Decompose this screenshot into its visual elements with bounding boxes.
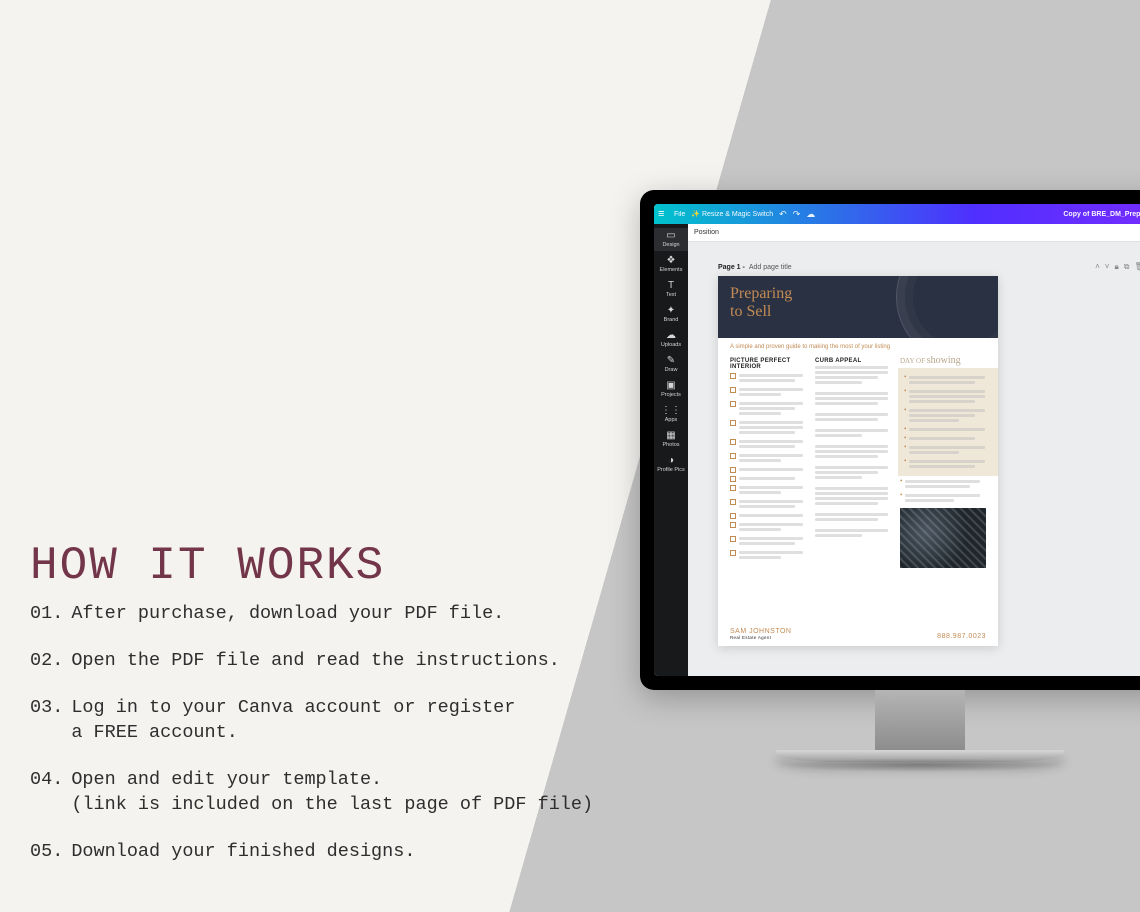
monitor-screen: File ✨ Resize & Magic Switch ↶ ↷ ☁ Copy … (640, 190, 1140, 690)
step-item: 01. After purchase, download your PDF fi… (30, 602, 593, 627)
sidebar-item-text[interactable]: TText (654, 278, 688, 301)
doc-marble-image (900, 508, 986, 568)
document-title[interactable]: Copy of BRE_DM_Prepare-to-Sell-C (1063, 211, 1140, 218)
col3-tan-band (898, 368, 998, 476)
doc-col-2: CURB APPEAL (815, 355, 894, 568)
sidebar-item-label: Draw (665, 367, 678, 373)
step-item: 02. Open the PDF file and read the instr… (30, 649, 593, 674)
position-label: Position (694, 229, 719, 236)
doc-col-3: DAY OF showing (900, 355, 986, 568)
redo-icon[interactable]: ↷ (793, 209, 801, 220)
sidebar-item-label: Photos (662, 442, 679, 448)
menu-resize[interactable]: ✨ Resize & Magic Switch (691, 210, 773, 218)
section-heading: HOW IT WORKS (30, 540, 593, 592)
agent-block: SAM JOHNSTON Real Estate Agent (730, 628, 792, 640)
hero-title-line1: Preparing (730, 285, 792, 302)
sidebar-item-draw[interactable]: ✎Draw (654, 353, 688, 376)
agent-phone: 888.987.0023 (937, 633, 986, 640)
sidebar-item-label: Design (662, 242, 679, 248)
step-text: Open and edit your template. (link is in… (71, 768, 593, 818)
cloud-sync-icon[interactable]: ☁ (806, 209, 815, 220)
sidebar-item-label: Projects (661, 392, 681, 398)
duplicate-icon[interactable]: ⧉ (1124, 262, 1130, 272)
sidebar-item-label: Apps (665, 417, 678, 423)
step-number: 01. (30, 602, 63, 627)
step-text: Open the PDF file and read the instructi… (71, 649, 559, 674)
apps-icon: ⋮⋮ (654, 406, 688, 416)
sidebar-item-label: Profile Pics (657, 467, 685, 473)
menu-file[interactable]: File (674, 211, 685, 218)
text-icon: T (654, 281, 688, 291)
hamburger-icon[interactable] (658, 208, 668, 220)
sidebar-item-photos[interactable]: ▦Photos (654, 428, 688, 451)
sidebar-item-brand[interactable]: ✦Brand (654, 303, 688, 326)
sidebar-item-elements[interactable]: ❖Elements (654, 253, 688, 276)
sidebar-item-uploads[interactable]: ☁Uploads (654, 328, 688, 351)
elements-icon: ❖ (654, 256, 688, 266)
sidebar-item-projects[interactable]: ▣Projects (654, 378, 688, 401)
sidebar-item-apps[interactable]: ⋮⋮Apps (654, 403, 688, 426)
page-number-label: Page 1 - (718, 264, 745, 271)
profile-pics-icon: ◑ (654, 456, 688, 466)
agent-name: SAM JOHNSTON (730, 628, 792, 635)
page-toolbar-icons: ˄ ˅ 🔒︎ ⧉ 🗑︎ ⤢ (1095, 262, 1140, 272)
step-item: 05. Download your finished designs. (30, 840, 593, 865)
menu-resize-label: Resize & Magic Switch (702, 211, 773, 218)
lock-icon[interactable]: 🔒︎ (1114, 262, 1118, 272)
sidebar-item-profile-pics[interactable]: ◑Profile Pics (654, 453, 688, 476)
page-title-hint[interactable]: Add page title (749, 264, 792, 271)
position-toolbar[interactable]: Position (688, 224, 1140, 242)
step-text: After purchase, download your PDF file. (71, 602, 504, 627)
design-icon: ▭ (654, 231, 688, 241)
brand-icon: ✦ (654, 306, 688, 316)
canva-main: Position Page 1 - Add page title ˄ ˅ 🔒︎ … (688, 224, 1140, 676)
hero-title-line2: to Sell (730, 303, 771, 320)
canva-topbar: File ✨ Resize & Magic Switch ↶ ↷ ☁ Copy … (654, 204, 1140, 224)
page-label-row: Page 1 - Add page title ˄ ˅ 🔒︎ ⧉ 🗑︎ ⤢ (718, 262, 1140, 272)
step-number: 04. (30, 768, 63, 818)
doc-columns: PICTURE PERFECT INTERIOR (718, 353, 998, 574)
step-number: 02. (30, 649, 63, 674)
step-number: 03. (30, 696, 63, 746)
doc-hero: Preparing to Sell (718, 276, 998, 338)
step-text: Log in to your Canva account or register… (71, 696, 515, 746)
sidebar-item-label: Text (666, 292, 676, 298)
canva-body: ▭Design ❖Elements TText ✦Brand ☁Uploads … (654, 224, 1140, 676)
trash-icon[interactable]: 🗑︎ (1134, 262, 1140, 272)
chevron-up-icon[interactable]: ˄ (1095, 262, 1100, 272)
sidebar-item-label: Uploads (661, 342, 681, 348)
template-page[interactable]: Preparing to Sell A simple and proven gu… (718, 276, 998, 646)
doc-col-1: PICTURE PERFECT INTERIOR (730, 355, 809, 568)
doc-subtitle: A simple and proven guide to making the … (718, 338, 998, 353)
col3-heading-text: DAY OF (900, 357, 927, 365)
monitor-stand-neck (875, 690, 965, 750)
sidebar-item-design[interactable]: ▭Design (654, 228, 688, 251)
col2-heading: CURB APPEAL (815, 358, 894, 364)
step-item: 04. Open and edit your template. (link i… (30, 768, 593, 818)
step-text: Download your finished designs. (71, 840, 415, 865)
monitor-stand-shadow (775, 758, 1065, 772)
agent-subtitle: Real Estate Agent (730, 635, 792, 640)
canvas-area[interactable]: Page 1 - Add page title ˄ ˅ 🔒︎ ⧉ 🗑︎ ⤢ (688, 242, 1140, 676)
step-number: 05. (30, 840, 63, 865)
step-item: 03. Log in to your Canva account or regi… (30, 696, 593, 746)
undo-icon[interactable]: ↶ (779, 209, 787, 220)
projects-icon: ▣ (654, 381, 688, 391)
col3-heading: DAY OF showing (900, 355, 986, 366)
doc-footer: SAM JOHNSTON Real Estate Agent 888.987.0… (730, 628, 986, 640)
chevron-down-icon[interactable]: ˅ (1105, 262, 1110, 272)
monitor-mockup: File ✨ Resize & Magic Switch ↶ ↷ ☁ Copy … (640, 190, 1140, 800)
instructions-block: HOW IT WORKS 01. After purchase, downloa… (30, 540, 593, 887)
col1-heading: PICTURE PERFECT INTERIOR (730, 358, 809, 370)
doc-hero-title: Preparing to Sell (730, 285, 986, 322)
sidebar-item-label: Brand (664, 317, 679, 323)
canva-app: File ✨ Resize & Magic Switch ↶ ↷ ☁ Copy … (654, 204, 1140, 676)
canva-sidebar: ▭Design ❖Elements TText ✦Brand ☁Uploads … (654, 224, 688, 676)
photos-icon: ▦ (654, 431, 688, 441)
draw-icon: ✎ (654, 356, 688, 366)
uploads-icon: ☁ (654, 331, 688, 341)
sidebar-item-label: Elements (660, 267, 683, 273)
col3-heading-script: showing (927, 355, 961, 366)
